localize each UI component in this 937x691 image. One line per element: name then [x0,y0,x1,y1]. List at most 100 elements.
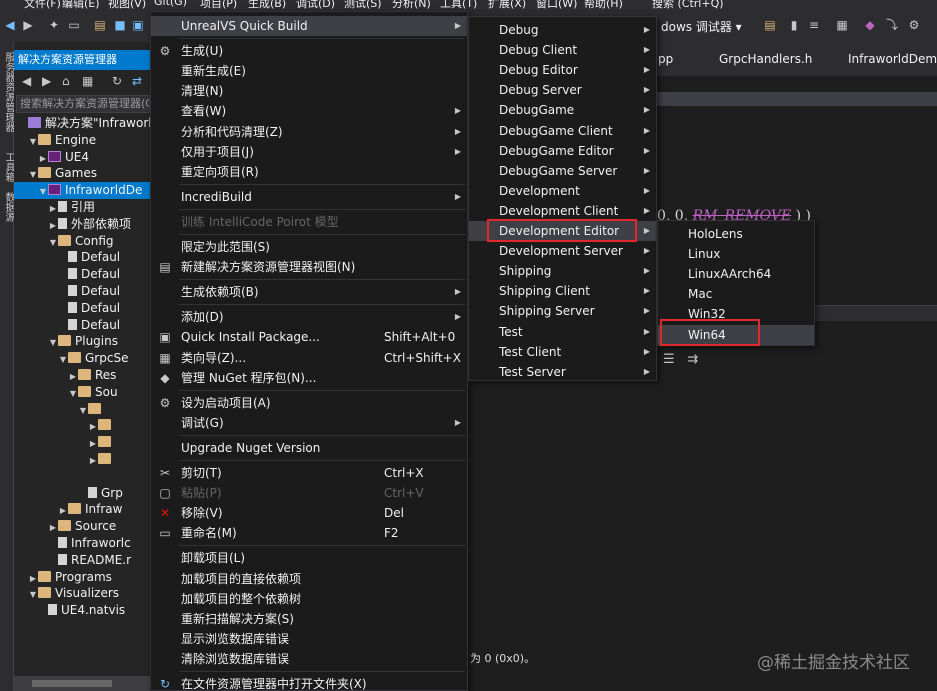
context-menu-item[interactable]: ▭ 重命名(M) F2 [151,523,467,543]
context-menu-item[interactable]: 卸载项目(L) [151,548,467,568]
platform-item[interactable]: Win32 [658,304,814,324]
collapsed-arrow-icon[interactable]: ▶ [48,519,58,535]
tree-item[interactable]: ▼ InfraworldDe [14,182,150,200]
context-menu-item[interactable]: ↻ 在文件资源管理器中打开文件夹(X) [151,674,467,691]
build-config-item[interactable]: Debug Editor ▶ [469,60,656,80]
save-all-icon[interactable]: ▣ [130,17,146,33]
new-item-icon[interactable]: ✦ [46,17,62,33]
context-menu-item[interactable]: 调试(G) ▶ [151,413,467,433]
tree-item[interactable]: ▶ [14,451,150,468]
menubar-item[interactable]: 项目(P) [200,0,237,9]
menubar-item[interactable]: 文件(F) [24,0,61,9]
build-config-item[interactable]: Debug ▶ [469,20,656,40]
back-icon[interactable]: ◀ [2,17,18,33]
build-config-item[interactable]: DebugGame Client ▶ [469,121,656,141]
comment-icon[interactable]: ▦ [834,17,850,33]
tree-item[interactable]: ▼ Sou [14,384,150,401]
tree-item[interactable]: ▶ [14,417,150,434]
indent-icon[interactable]: ≡ [806,17,822,33]
tree-item[interactable]: UE4.natvis [14,602,150,619]
tab-cpp[interactable]: pp [658,52,673,66]
context-menu-item[interactable]: 重定向项目(R) [151,162,467,182]
collapsed-arrow-icon[interactable]: ▶ [68,368,78,384]
context-menu-item[interactable]: 重新生成(E) [151,61,467,81]
tree-item[interactable]: README.r [14,552,150,569]
context-menu-item[interactable]: 查看(W) ▶ [151,101,467,121]
menubar-item[interactable]: 生成(B) [248,0,286,9]
context-menu-item[interactable]: 限定为此范围(S) [151,237,467,257]
context-menu-item[interactable]: 分析和代码清理(Z) ▶ [151,122,467,142]
menubar-item[interactable]: 视图(V) [108,0,146,9]
scrollbar-thumb[interactable] [32,680,112,687]
menubar-item[interactable]: 扩展(X) [488,0,526,9]
context-menu-item[interactable]: ⚙ 设为启动项目(A) [151,393,467,413]
menubar-item[interactable]: 调试(D) [296,0,335,9]
expanded-arrow-icon[interactable]: ▼ [48,334,58,350]
platform-item[interactable]: Win64 [658,324,814,345]
menubar-item[interactable]: 搜索 (Ctrl+Q) [652,0,724,9]
build-config-item[interactable]: DebugGame Editor ▶ [469,141,656,161]
tree-item[interactable]: ▼ [14,401,150,418]
tree-item[interactable]: ▼ Games [14,165,150,182]
platform-selector[interactable]: dows 调试器 ▾ [661,18,742,35]
expanded-arrow-icon[interactable]: ▼ [28,166,38,182]
expanded-arrow-icon[interactable]: ▼ [68,385,78,401]
context-menu-item[interactable]: ▣ Quick Install Package... Shift+Alt+0 [151,327,467,347]
menubar-item[interactable]: 分析(N) [392,0,431,9]
build-config-item[interactable]: Test Server ▶ [469,362,656,382]
history-icon[interactable]: ↻ [112,74,122,88]
tree-item[interactable]: ▶ Infraw [14,501,150,518]
expanded-arrow-icon[interactable]: ▼ [48,234,58,250]
collapsed-arrow-icon[interactable]: ▶ [88,435,98,451]
context-menu-item[interactable]: IncrediBuild ▶ [151,187,467,207]
menubar-item[interactable]: 窗口(W) [536,0,577,9]
tree-item[interactable]: 解决方案"Infraworld [14,115,150,132]
collapsed-arrow-icon[interactable]: ▶ [48,200,58,216]
settings-icon[interactable]: ⚙ [906,17,922,33]
build-config-item[interactable]: Shipping ▶ [469,261,656,281]
build-config-item[interactable]: Debug Server ▶ [469,80,656,100]
breakpoint-icon[interactable]: ◆ [862,17,878,33]
context-menu-item[interactable]: UnrealVS Quick Build ▶ [151,16,467,36]
open-folder-icon[interactable]: ▭ [66,17,82,33]
build-config-item[interactable]: Test ▶ [469,322,656,342]
collapsed-arrow-icon[interactable]: ▶ [88,452,98,468]
context-menu-item[interactable]: 清理(N) [151,81,467,101]
tree-item[interactable]: ▶ Source [14,518,150,535]
build-config-item[interactable]: Development Server ▶ [469,241,656,261]
context-menu-item[interactable]: 显示浏览数据库错误 [151,629,467,649]
platform-item[interactable]: Linux [658,244,814,264]
tree-item[interactable]: ▶ 外部依赖项 [14,216,150,233]
expanded-arrow-icon[interactable]: ▼ [58,351,68,367]
context-menu-item[interactable]: 加载项目的直接依赖项 [151,569,467,589]
platform-item[interactable]: LinuxAArch64 [658,264,814,284]
tree-item[interactable]: ▶ 引用 [14,199,150,216]
tree-item[interactable]: Defaul [14,249,150,266]
tree-item[interactable]: Grp [14,485,150,502]
tree-item[interactable]: ▼ Config [14,233,150,250]
step-icon[interactable]: ⤵ [884,17,900,33]
tree-item[interactable]: Defaul [14,283,150,300]
clear-all-icon[interactable]: ⇉ [687,352,698,367]
solution-explorer-title[interactable]: 解决方案资源管理器 [14,50,150,70]
context-menu-item[interactable]: 仅用于项目(J) ▶ [151,142,467,162]
tree-item[interactable]: ▶ [14,434,150,451]
menubar-item[interactable]: 工具(T) [440,0,477,9]
context-menu-item[interactable]: ▤ 新建解决方案资源管理器视图(N) [151,257,467,277]
menubar-item[interactable]: 测试(S) [344,0,382,9]
tree-item[interactable]: ▼ Engine [14,132,150,149]
tree-item[interactable]: Infraworlc [14,535,150,552]
tree-item[interactable]: ▶ UE4 [14,149,150,166]
tree-item[interactable]: Defaul [14,266,150,283]
tree-item[interactable]: Defaul [14,300,150,317]
tree-item[interactable]: Defaul [14,317,150,334]
build-config-item[interactable]: Shipping Server ▶ [469,301,656,321]
context-menu-item[interactable]: ◆ 管理 NuGet 程序包(N)... [151,368,467,388]
collapsed-arrow-icon[interactable]: ▶ [88,418,98,434]
word-wrap-icon[interactable]: ☰ [663,352,675,367]
tab-grpc-handlers[interactable]: GrpcHandlers.h [719,52,812,66]
build-config-item[interactable]: Test Client ▶ [469,342,656,362]
collapsed-arrow-icon[interactable]: ▶ [58,502,68,518]
solution-search-input[interactable]: 搜索解决方案资源管理器(C [16,95,150,113]
find-in-files-icon[interactable]: ▤ [762,17,778,33]
